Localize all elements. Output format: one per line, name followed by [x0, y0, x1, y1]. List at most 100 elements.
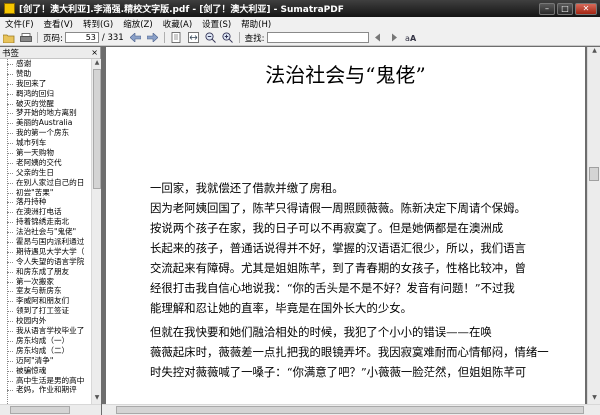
svg-text:A: A	[410, 34, 417, 43]
next-page-icon[interactable]	[146, 32, 159, 44]
text-line: 长起来的孩子，普通话说得并不好，掌握的汉语语汇很少，所以，我们语言	[150, 241, 526, 255]
bookmarks-horizontal-scrollbar[interactable]	[0, 404, 101, 415]
doc-scroll-up-arrow-icon[interactable]: ▲	[589, 47, 600, 56]
text-line: 时失控对薇薇喊了一嗓子：“你满意了吧？”小薇薇一脸茫然，但姐姐陈芊可	[150, 365, 527, 379]
bookmark-item[interactable]: 霍昂与国内派利通过	[0, 237, 91, 247]
close-button[interactable]: ✕	[575, 2, 597, 15]
scroll-up-arrow-icon[interactable]: ▲	[93, 59, 101, 68]
bookmarks-vertical-scrollbar[interactable]: ▲ ▼	[91, 59, 101, 404]
bookmark-item[interactable]: 和房东成了朋友	[0, 267, 91, 277]
bookmark-item[interactable]: 我回来了	[0, 79, 91, 89]
menu-settings[interactable]: 设置(S)	[197, 18, 236, 30]
text-line: 能理解和忍让她的直率，毕竟是在国外长大的少女。	[150, 301, 412, 315]
bookmark-item-current[interactable]: 法治社会与"鬼佬"	[0, 227, 91, 237]
bookmark-item[interactable]: 我从语言学校毕业了	[0, 326, 91, 336]
find-label: 查找:	[244, 33, 265, 44]
text-line: 薇薇起床时，薇薇差一点扎把我的眼镜弄坏。我因寂寞难耐而心情郁闷，情绪一	[150, 345, 549, 359]
text-line: 一回家，我就偿还了借款并缴了房租。	[150, 181, 344, 195]
bookmark-item[interactable]: 梦开始的地方离别	[0, 108, 91, 118]
page-label: 页码:	[43, 33, 63, 44]
bookmark-item[interactable]: 赞助	[0, 69, 91, 79]
text-line: 因为老阿姨回国了，陈芊只得请假一周照顾薇薇。陈新决定下周请个保姆。	[150, 201, 526, 215]
bookmark-item[interactable]: 期待遇见大学大学（	[0, 247, 91, 257]
bookmark-item[interactable]: 老阿姨的交代	[0, 158, 91, 168]
bookmark-item[interactable]: 我的第一个房东	[0, 128, 91, 138]
bookmark-item[interactable]: 感谢	[0, 59, 91, 69]
toolbar-separator	[37, 32, 38, 43]
fit-width-icon[interactable]	[187, 32, 200, 44]
document-page: 法治社会与“鬼佬” 一回家，我就偿还了借款并缴了房租。 因为老阿姨回国了，陈芊只…	[106, 47, 585, 404]
bookmark-item[interactable]: 美丽的Australia	[0, 118, 91, 128]
document-vertical-scrollbar[interactable]: ▲ ▼	[587, 47, 600, 404]
zoom-out-icon[interactable]	[204, 32, 217, 44]
menu-view[interactable]: 查看(V)	[39, 18, 78, 30]
bookmark-item[interactable]: 破灭的觉醒	[0, 99, 91, 109]
document-area: 法治社会与“鬼佬” 一回家，我就偿还了借款并缴了房租。 因为老阿姨回国了，陈芊只…	[102, 47, 600, 415]
window-controls: – □ ✕	[539, 2, 597, 15]
fit-page-icon[interactable]	[170, 32, 183, 44]
menu-goto[interactable]: 转到(G)	[78, 18, 118, 30]
sidebar-header: 书签 ×	[0, 47, 100, 59]
menu-file[interactable]: 文件(F)	[0, 18, 39, 30]
bookmark-item[interactable]: 第一天购物	[0, 148, 91, 158]
document-scroll-thumb[interactable]	[589, 167, 599, 181]
minimize-button[interactable]: –	[539, 2, 555, 15]
bookmark-item[interactable]: 落丹持种	[0, 197, 91, 207]
bookmark-item[interactable]: 迈阿"清争"	[0, 356, 91, 366]
bookmark-item[interactable]: 房东均成（二）	[0, 346, 91, 356]
document-hscroll-thumb[interactable]	[116, 406, 584, 414]
text-line: 按说两个孩子在家，我的日子可以不再寂寞了。但是她俩都是在澳洲成	[150, 221, 504, 235]
find-input[interactable]	[266, 32, 369, 43]
open-folder-icon[interactable]	[2, 32, 15, 44]
toolbar-separator	[163, 32, 165, 43]
bookmark-item[interactable]: 初尝"苦果"	[0, 188, 91, 198]
bookmark-item[interactable]: 高中生活是男的高中	[0, 376, 91, 386]
bookmarks-hscroll-thumb[interactable]	[10, 406, 70, 414]
toolbar: 页码: / 331 查找: aA	[0, 30, 600, 46]
document-horizontal-scrollbar[interactable]	[102, 404, 600, 415]
text-line: 交流起来有障碍。尤其是姐姐陈芊，到了青春期的女孩子，性格比较冲，曾	[150, 261, 526, 275]
bookmarks-title: 书签	[2, 48, 20, 59]
toolbar-separator	[238, 32, 240, 43]
maximize-button[interactable]: □	[557, 2, 573, 15]
bookmark-item[interactable]: 李威阿和朋友们	[0, 296, 91, 306]
match-case-icon[interactable]: aA	[405, 32, 418, 44]
menu-favorites[interactable]: 收藏(A)	[158, 18, 197, 30]
bookmark-tree: 感谢 赞助 我回来了 羁鸿的回归 破灭的觉醒 梦开始的地方离别 美丽的Austr…	[0, 59, 91, 404]
bookmark-item[interactable]: 羁鸿的回归	[0, 89, 91, 99]
bookmark-item[interactable]: 令人失望的语言学院	[0, 257, 91, 267]
bookmark-item[interactable]: 老妈，作业和期评	[0, 385, 91, 395]
menu-bar: 文件(F) 查看(V) 转到(G) 缩放(Z) 收藏(A) 设置(S) 帮助(H…	[0, 17, 600, 30]
bookmark-item[interactable]: 第一次搬家	[0, 277, 91, 287]
find-previous-icon[interactable]	[371, 32, 384, 44]
doc-scroll-down-arrow-icon[interactable]: ▼	[589, 394, 600, 403]
bookmark-item[interactable]: 父亲的生日	[0, 168, 91, 178]
bookmark-item[interactable]: 持着锦绣走南北	[0, 217, 91, 227]
bookmark-item[interactable]: 领到了打工签证	[0, 306, 91, 316]
bookmark-item[interactable]: 城市列车	[0, 138, 91, 148]
print-icon[interactable]	[19, 32, 32, 44]
zoom-in-icon[interactable]	[221, 32, 234, 44]
bookmark-item[interactable]: 被骗惊魂	[0, 366, 91, 376]
page-total: / 331	[101, 32, 124, 43]
bookmark-item[interactable]: 校园内外	[0, 316, 91, 326]
menu-help[interactable]: 帮助(H)	[236, 18, 276, 30]
menu-zoom[interactable]: 缩放(Z)	[118, 18, 157, 30]
text-line: 但就在我快要和她们融洽相处的时候，我犯了个小小的错误——在唤	[150, 325, 492, 339]
title-bar: [剑了！澳大利亚].李涌强.精校文字版.pdf - [剑了！澳大利亚] - Su…	[0, 0, 600, 17]
previous-page-icon[interactable]	[129, 32, 142, 44]
text-line: 经很打击我自信心地说我：“你的舌头是不是不好？发音有问题！”不过我	[150, 281, 515, 295]
scroll-down-arrow-icon[interactable]: ▼	[93, 394, 101, 403]
bookmarks-scroll-thumb[interactable]	[93, 69, 101, 189]
window-title: [剑了！澳大利亚].李涌强.精校文字版.pdf - [剑了！澳大利亚] - Su…	[19, 5, 344, 15]
sumatra-app-icon	[4, 3, 15, 14]
bookmark-item[interactable]: 室友与新房东	[0, 286, 91, 296]
chapter-title: 法治社会与“鬼佬”	[265, 63, 426, 87]
bookmark-item[interactable]: 房东均成（一）	[0, 336, 91, 346]
page-number-input[interactable]	[64, 32, 99, 43]
close-sidebar-icon[interactable]: ×	[91, 48, 100, 57]
bookmark-item[interactable]: 在别人家过自己的日	[0, 178, 91, 188]
find-next-icon[interactable]	[388, 32, 401, 44]
bookmark-item[interactable]: 在澳洲打电话	[0, 207, 91, 217]
bookmarks-sidebar: 书签 × 感谢 赞助 我回来了 羁鸿的回归 破灭的觉醒 梦开始的地方离别 美丽的…	[0, 47, 101, 415]
